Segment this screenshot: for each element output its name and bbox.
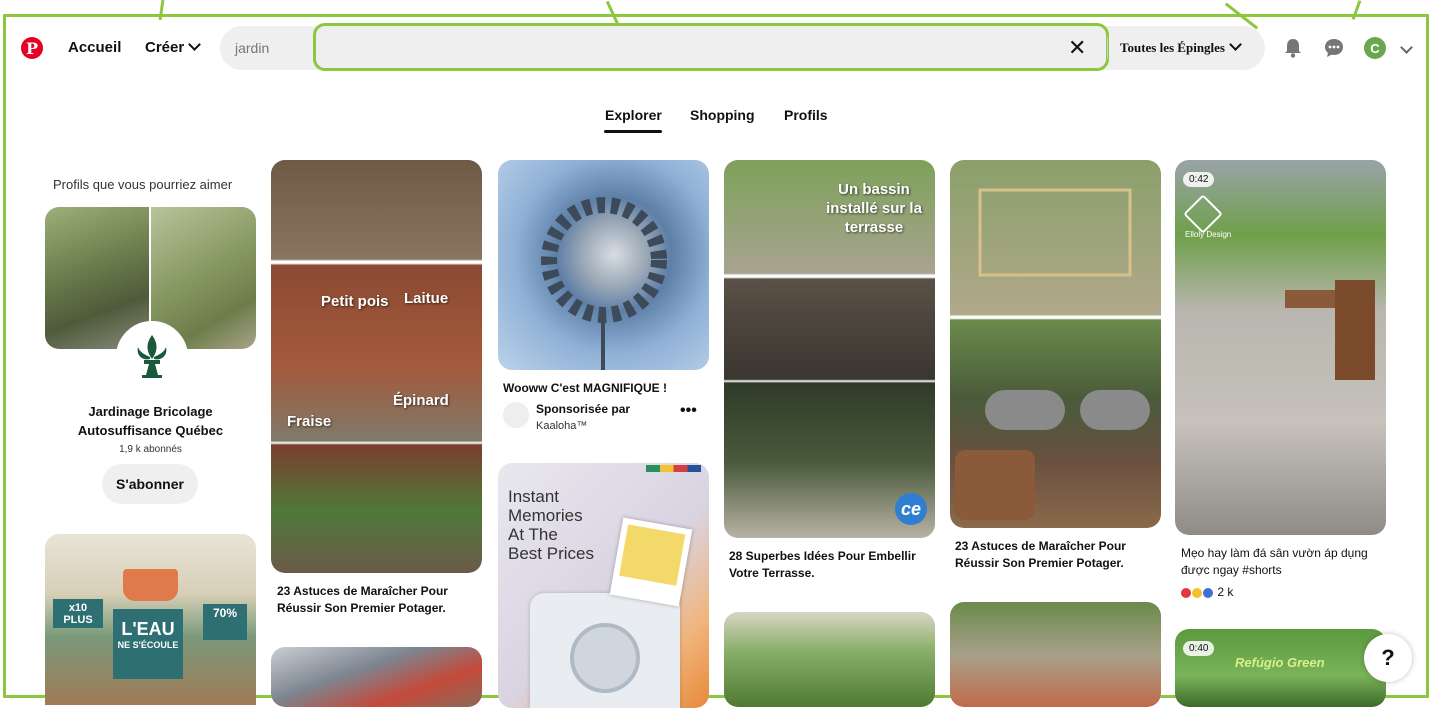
profile-name-line2: Autosuffisance Québec [77, 423, 224, 438]
pin-wind-sculpture[interactable] [498, 160, 709, 370]
profile-name[interactable]: Jardinage Bricolage Autosuffisance Québe… [45, 402, 256, 440]
infographic-badge-70: 70% [203, 604, 247, 640]
pin-overlay-epinard: Épinard [393, 392, 449, 409]
infographic-main-label: L'EAU [121, 619, 175, 639]
nav-creer-menu[interactable]: Créer [145, 38, 202, 56]
camera-lens [570, 623, 640, 693]
pin-sponsor-name[interactable]: Kaaloha™ [536, 420, 587, 432]
ad-line-2: Memories [508, 506, 583, 525]
ce-brand-badge: ce [895, 493, 927, 525]
pin-bassin-terrasse[interactable]: Un bassin installé sur la terrasse ce [724, 160, 935, 538]
profile-name-line1: Jardinage Bricolage [88, 404, 213, 419]
profiles-section-title: Profils que vous pourriez aimer [53, 177, 233, 192]
ad-line-4: Best Prices [508, 544, 594, 563]
infographic-sub-label: NE S'ÉCOULE [117, 640, 179, 650]
tab-profils[interactable]: Profils [784, 107, 828, 123]
pin-sponsor-label: Sponsorisée par [536, 402, 631, 416]
tab-explorer[interactable]: Explorer [605, 107, 662, 123]
pin-overlay-laitue: Laitue [404, 290, 449, 307]
pin-title[interactable]: Wooww C'est MAGNIFIQUE ! [503, 380, 703, 397]
refugio-green-label: Refúgio Green [1235, 655, 1325, 670]
follow-button[interactable]: S'abonner [102, 464, 198, 504]
elloly-brand-label: Elloly Design [1185, 230, 1232, 239]
pin-reactions[interactable]: 2 k [1181, 585, 1233, 599]
clear-search-icon[interactable]: ✕ [1068, 35, 1086, 61]
pin-overlay-petit-pois: Petit pois [321, 293, 389, 310]
video-duration-badge: 0:42 [1183, 172, 1215, 187]
pin-overlay-bassin: Un bassin installé sur la terrasse [826, 181, 922, 236]
search-divider [1107, 37, 1108, 59]
infographic-main-text: L'EAU NE S'ÉCOULE [113, 609, 183, 679]
pin-title[interactable]: 23 Astuces de Maraîcher Pour Réussir Son… [277, 583, 477, 617]
garden-fence-graphic [955, 188, 1150, 520]
pin-eau-infographic[interactable]: x10 PLUS 70% L'EAU NE S'ÉCOULE [45, 534, 256, 705]
search-highlight-box [313, 23, 1109, 71]
video-duration-badge: 0:40 [1183, 641, 1215, 656]
chevron-down-icon [188, 38, 202, 51]
pin-potager-enclos[interactable] [950, 160, 1161, 528]
reaction-count: 2 k [1217, 585, 1234, 599]
camera-graphic [530, 593, 680, 708]
photo-print-graphic [609, 517, 693, 607]
pin-refugio-green-video[interactable]: 0:40 Refúgio Green [1175, 629, 1386, 707]
pin-overlay-fraise: Fraise [287, 413, 332, 430]
pin-title[interactable]: 28 Superbes Idées Pour Embellir Votre Te… [729, 548, 929, 582]
pin-instax-ad[interactable]: Instant Memories At The Best Prices [498, 463, 709, 708]
pinterest-logo-icon[interactable]: P [21, 37, 43, 59]
account-chevron-down-icon[interactable] [1400, 41, 1413, 54]
user-avatar[interactable]: C [1364, 37, 1386, 59]
sponsor-logo[interactable] [503, 402, 529, 428]
wow-reaction-icon [1192, 587, 1202, 598]
ad-color-stripe [646, 465, 701, 472]
notifications-bell-icon[interactable] [1284, 38, 1302, 58]
nav-accueil-link[interactable]: Accueil [68, 39, 121, 56]
thumbs-reaction-icon [1203, 587, 1213, 598]
fleur-de-lis-icon [137, 335, 167, 378]
pin-potager-palettes[interactable]: Petit pois Laitue Épinard Fraise [271, 160, 482, 573]
heart-reaction-icon [1181, 587, 1191, 598]
profile-avatar[interactable] [116, 321, 188, 393]
pin-col1-second[interactable] [271, 647, 482, 707]
ad-headline: Instant Memories At The Best Prices [508, 487, 594, 563]
infographic-badge-x10: x10 PLUS [53, 599, 103, 628]
search-bar[interactable]: jardin ✕ Toutes les Épingles [220, 23, 1265, 71]
pin-title[interactable]: 23 Astuces de Maraîcher Pour Réussir Son… [955, 538, 1155, 572]
ad-line-3: At The [508, 525, 558, 544]
help-button[interactable]: ? [1364, 634, 1412, 682]
chevron-down-icon [1229, 38, 1242, 51]
active-tab-underline [604, 130, 662, 133]
search-input[interactable]: jardin [235, 40, 269, 56]
top-header: P Accueil Créer jardin ✕ Toutes les Épin… [6, 17, 1426, 79]
sculpture-graphic [541, 197, 667, 370]
photo-print-image [619, 524, 686, 586]
pin-title[interactable]: Mẹo hay làm đá sân vườn áp dụng được nga… [1181, 545, 1381, 579]
nav-creer-label: Créer [145, 39, 185, 56]
pin-stone-path-video[interactable]: 0:42 Elloly Design [1175, 160, 1386, 535]
pin-filter-dropdown[interactable]: Toutes les Épingles [1120, 38, 1242, 56]
pin-col3-second[interactable] [724, 612, 935, 707]
pin-col4-second[interactable] [950, 602, 1161, 707]
messages-chat-icon[interactable] [1324, 38, 1344, 58]
pot-graphic [123, 569, 178, 601]
tab-shopping[interactable]: Shopping [690, 107, 755, 123]
more-options-icon[interactable]: ••• [680, 402, 697, 420]
ad-line-1: Instant [508, 487, 560, 506]
profile-subscribers: 1,9 k abonnés [119, 444, 182, 455]
pin-filter-label: Toutes les Épingles [1120, 40, 1225, 55]
